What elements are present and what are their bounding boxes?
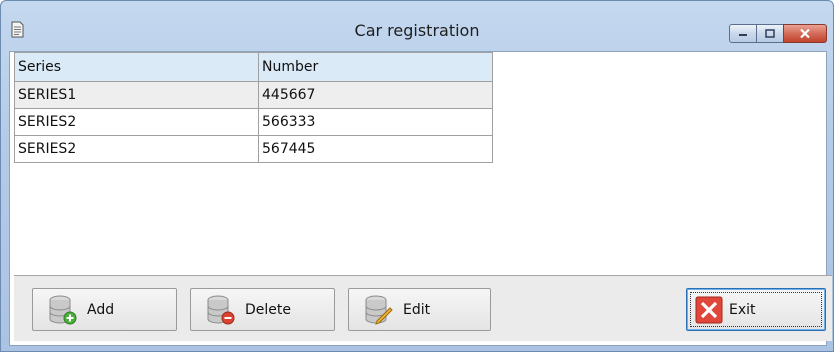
minimize-icon [739, 33, 747, 36]
close-button[interactable] [783, 24, 827, 43]
edit-button[interactable]: Edit [348, 288, 491, 331]
delete-button[interactable]: Delete [190, 288, 335, 331]
minimize-button[interactable] [729, 24, 757, 43]
table-row[interactable]: SERIES1 445667 [14, 81, 493, 109]
delete-button-label: Delete [245, 301, 291, 318]
close-icon [800, 28, 810, 39]
number-cell[interactable]: 566333 [258, 108, 493, 136]
car-registration-table: Series Number SERIES1 445667 SERIES2 566… [14, 52, 493, 163]
add-button[interactable]: Add [32, 288, 177, 331]
maximize-icon [765, 29, 775, 38]
title-bar[interactable]: Car registration [1, 1, 833, 45]
exit-button[interactable]: Exit [686, 288, 826, 331]
table-row[interactable]: SERIES2 567445 [14, 135, 493, 163]
table-header-row: Series Number [14, 52, 493, 82]
database-edit-icon [365, 295, 393, 325]
series-cell[interactable]: SERIES2 [14, 108, 259, 136]
edit-button-label: Edit [403, 301, 431, 318]
column-header-series[interactable]: Series [14, 52, 259, 82]
number-cell[interactable]: 567445 [258, 135, 493, 163]
series-cell[interactable]: SERIES1 [14, 81, 259, 109]
database-add-icon [49, 295, 77, 324]
button-toolbar: Add Delete Edit Exit [14, 275, 832, 341]
add-button-label: Add [87, 301, 115, 318]
table-row[interactable]: SERIES2 566333 [14, 108, 493, 136]
series-cell[interactable]: SERIES2 [14, 135, 259, 163]
maximize-button[interactable] [756, 24, 784, 43]
window-title: Car registration [354, 21, 480, 40]
number-cell[interactable]: 445667 [258, 81, 493, 109]
column-header-number[interactable]: Number [258, 52, 493, 82]
focus-rectangle [690, 292, 822, 327]
window-controls [729, 24, 827, 43]
database-delete-icon [207, 295, 235, 324]
